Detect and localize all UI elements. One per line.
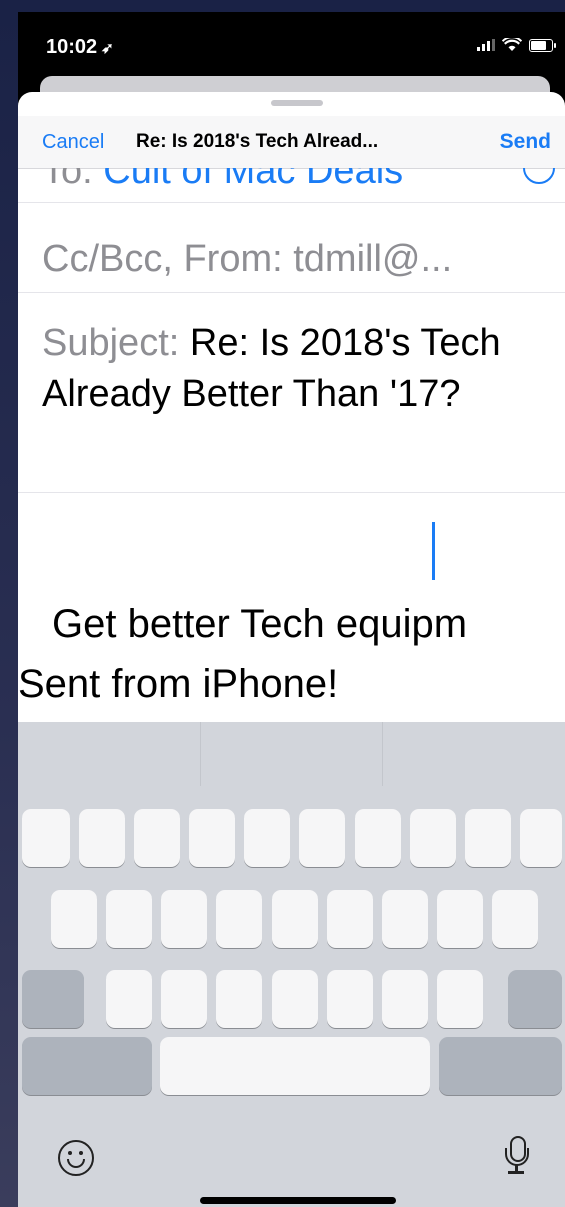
key[interactable] xyxy=(299,809,345,867)
prediction-slot[interactable] xyxy=(383,722,565,786)
delete-key[interactable] xyxy=(508,970,562,1028)
key[interactable] xyxy=(437,970,483,1028)
compose-navbar: Cancel Re: Is 2018's Tech Alread... Send xyxy=(18,116,565,169)
key[interactable] xyxy=(272,970,318,1028)
to-label: To: xyxy=(42,168,93,192)
subject-text: Subject: Re: Is 2018's Tech Already Bett… xyxy=(42,318,557,420)
key[interactable] xyxy=(216,890,262,948)
key[interactable] xyxy=(437,890,483,948)
send-button[interactable]: Send xyxy=(500,130,551,154)
key[interactable] xyxy=(161,890,207,948)
key[interactable] xyxy=(106,970,152,1028)
device-frame: 10:02 ➶ Cancel Re: Is 2018's Tech Alread.… xyxy=(0,0,565,1207)
key[interactable] xyxy=(272,890,318,948)
key[interactable] xyxy=(465,809,511,867)
key[interactable] xyxy=(161,970,207,1028)
shift-key[interactable] xyxy=(22,970,84,1028)
to-recipient[interactable]: Cult of Mac Deals xyxy=(103,168,403,192)
location-icon: ➶ xyxy=(101,40,114,57)
status-bar: 10:02 ➶ xyxy=(18,12,565,82)
key[interactable] xyxy=(410,809,456,867)
key[interactable] xyxy=(244,809,290,867)
emoji-icon[interactable] xyxy=(58,1140,94,1176)
sheet-grabber[interactable] xyxy=(271,100,323,106)
home-indicator[interactable] xyxy=(200,1197,396,1204)
cancel-button[interactable]: Cancel xyxy=(42,131,104,154)
prediction-slot[interactable] xyxy=(18,722,201,786)
key[interactable] xyxy=(520,809,562,867)
phone-screen: 10:02 ➶ Cancel Re: Is 2018's Tech Alread.… xyxy=(18,12,565,1207)
key[interactable] xyxy=(492,890,538,948)
compose-sheet: Cancel Re: Is 2018's Tech Alread... Send… xyxy=(18,92,565,1207)
key[interactable] xyxy=(327,890,373,948)
to-field-text: To: Cult of Mac Deals xyxy=(42,168,403,193)
key[interactable] xyxy=(355,809,401,867)
cc-bcc-from-field[interactable]: Cc/Bcc, From: tdmill@... xyxy=(18,212,565,293)
compose-title: Re: Is 2018's Tech Alread... xyxy=(136,131,379,152)
space-bar[interactable] xyxy=(160,1037,430,1095)
numbers-key[interactable] xyxy=(22,1037,152,1095)
to-field[interactable]: To: Cult of Mac Deals xyxy=(18,168,565,203)
key[interactable] xyxy=(216,970,262,1028)
key[interactable] xyxy=(51,890,97,948)
status-icons xyxy=(477,38,556,52)
key[interactable] xyxy=(189,809,235,867)
cc-bcc-from-text: Cc/Bcc, From: tdmill@... xyxy=(42,238,453,280)
key[interactable] xyxy=(134,809,180,867)
predictive-bar xyxy=(18,722,565,786)
key[interactable] xyxy=(327,970,373,1028)
status-time-text: 10:02 xyxy=(46,36,98,58)
signature-text: Sent from iPhone! xyxy=(18,662,339,706)
subject-field[interactable]: Subject: Re: Is 2018's Tech Already Bett… xyxy=(18,292,565,493)
message-body[interactable]: Get better Tech equipm Sent from iPhone! xyxy=(18,492,565,732)
add-contact-icon[interactable] xyxy=(523,168,555,184)
return-key[interactable] xyxy=(439,1037,562,1095)
status-time: 10:02 ➶ xyxy=(46,36,114,59)
battery-icon xyxy=(529,38,556,52)
wifi-icon xyxy=(502,38,522,51)
key[interactable] xyxy=(79,809,125,867)
keyboard xyxy=(18,722,565,1207)
key[interactable] xyxy=(382,890,428,948)
subject-label: Subject: xyxy=(42,322,180,364)
key[interactable] xyxy=(22,809,70,867)
text-cursor xyxy=(432,522,435,580)
body-text-line: Get better Tech equipm xyxy=(52,602,468,646)
key[interactable] xyxy=(382,970,428,1028)
microphone-icon[interactable] xyxy=(502,1136,532,1176)
cellular-signal-icon xyxy=(477,39,495,51)
prediction-slot[interactable] xyxy=(201,722,384,786)
key[interactable] xyxy=(106,890,152,948)
